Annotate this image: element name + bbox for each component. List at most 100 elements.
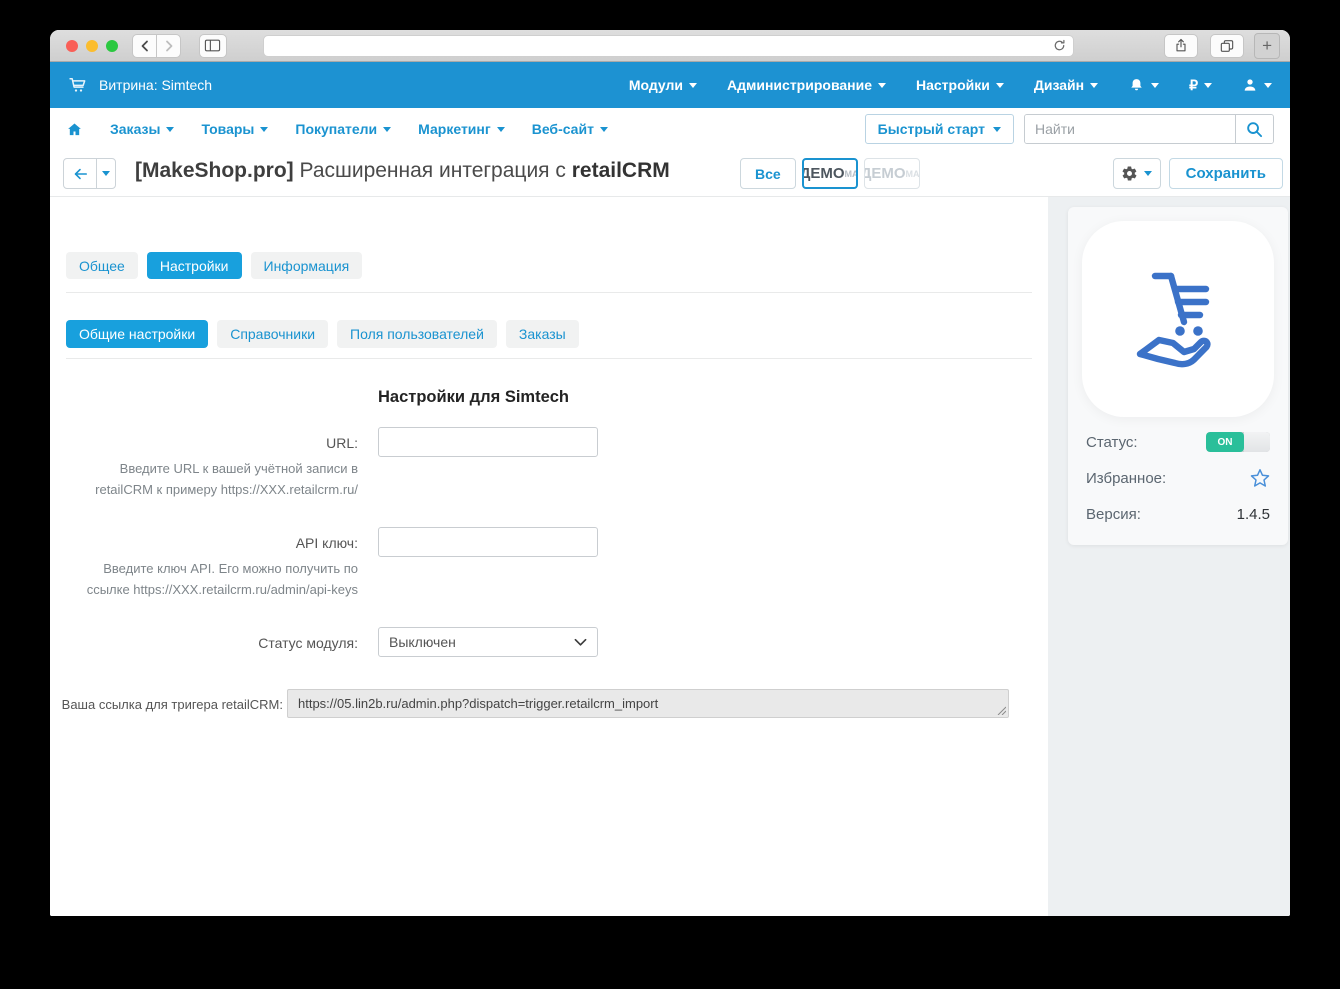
minimize-window-button[interactable] [86, 40, 98, 52]
storefront-demo-button-active[interactable]: ДЕМОМА [802, 158, 858, 189]
search-button[interactable] [1235, 115, 1273, 143]
url-hint-line2: retailCRM к примеру https://XXX.retailcr… [50, 480, 358, 501]
new-tab-button[interactable]: + [1254, 33, 1280, 59]
api-key-input[interactable] [378, 527, 598, 557]
currency-menu[interactable]: ₽ [1189, 77, 1212, 94]
module-status-value: Выключен [389, 634, 456, 650]
back-page-button[interactable] [64, 159, 96, 188]
user-icon [1242, 77, 1258, 93]
sidebar-icon [204, 38, 221, 53]
trigger-link-textarea[interactable]: https://05.lin2b.ru/admin.php?dispatch=t… [287, 689, 1009, 718]
nav-orders[interactable]: Заказы [110, 121, 174, 137]
header-actions: Сохранить [1113, 158, 1283, 189]
caret-down-icon [1151, 83, 1159, 88]
quick-start-button[interactable]: Быстрый старт [865, 114, 1014, 144]
home-button[interactable] [66, 121, 83, 138]
ruble-icon: ₽ [1189, 77, 1198, 94]
tab-user-fields[interactable]: Поля пользователей [337, 320, 497, 348]
browser-window: + Витрина: Simtech Модули Администрирова… [50, 30, 1290, 916]
sidebar-toggle-button[interactable] [199, 34, 227, 58]
star-icon[interactable] [1250, 468, 1270, 488]
admin-topbar: Витрина: Simtech Модули Администрировани… [50, 62, 1290, 108]
storefront-buttons: Все ДЕМОМА ДЕМОМА [740, 158, 920, 189]
form-heading-store: Simtech [505, 388, 569, 406]
tab-orders[interactable]: Заказы [506, 320, 579, 348]
sidebar: Статус: ON Избранное: Версия: 1.4.5 [1048, 197, 1290, 916]
page-content: Общее Настройки Информация Общие настрой… [50, 197, 1290, 916]
demo-label: ДЕМО [802, 165, 845, 182]
caret-down-icon [878, 83, 886, 88]
url-label: URL: [50, 435, 358, 451]
back-menu-button[interactable] [96, 159, 115, 188]
menu-design-label: Дизайн [1034, 77, 1084, 93]
close-window-button[interactable] [66, 40, 78, 52]
favorite-label: Избранное: [1086, 470, 1166, 487]
save-button[interactable]: Сохранить [1169, 158, 1283, 189]
url-input[interactable] [378, 427, 598, 457]
divider [66, 358, 1032, 359]
quick-start-label: Быстрый старт [878, 121, 985, 137]
version-label: Версия: [1086, 506, 1141, 523]
caret-down-icon [1264, 83, 1272, 88]
url-hint: Введите URL к вашей учётной записи в ret… [50, 459, 358, 500]
url-hint-line1: Введите URL к вашей учётной записи в [50, 459, 358, 480]
caret-down-icon [600, 127, 608, 132]
account-menu[interactable] [1242, 77, 1272, 93]
page-title-middle: Расширенная интеграция с [294, 159, 572, 182]
menu-design[interactable]: Дизайн [1034, 77, 1098, 93]
trigger-link-label: Ваша ссылка для тригера retailCRM: [50, 697, 283, 712]
tab-directories[interactable]: Справочники [217, 320, 328, 348]
caret-down-icon [383, 127, 391, 132]
arrow-left-icon [71, 166, 89, 182]
nav-marketing[interactable]: Маркетинг [418, 121, 505, 137]
tab-settings[interactable]: Настройки [147, 252, 242, 279]
cart-icon [68, 75, 88, 95]
tabs-icon [1219, 38, 1235, 54]
settings-gear-button[interactable] [1113, 158, 1161, 189]
menu-administration-label: Администрирование [727, 77, 872, 93]
nav-orders-label: Заказы [110, 121, 160, 137]
reload-icon[interactable] [1053, 39, 1066, 52]
nav-customers[interactable]: Покупатели [295, 121, 391, 137]
caret-down-icon [993, 127, 1001, 132]
module-info-card: Статус: ON Избранное: Версия: 1.4.5 [1068, 207, 1288, 545]
demo-label-sup: МА [845, 169, 858, 179]
nav-website-label: Веб-сайт [532, 121, 594, 137]
storefront-switcher[interactable]: Витрина: Simtech [68, 75, 212, 95]
back-button[interactable] [132, 34, 157, 58]
storefront-label: Витрина: Simtech [99, 77, 212, 93]
caret-down-icon [166, 127, 174, 132]
module-status-select[interactable]: Выключен [378, 627, 598, 657]
nav-website[interactable]: Веб-сайт [532, 121, 608, 137]
search-input[interactable] [1025, 115, 1235, 143]
zoom-window-button[interactable] [106, 40, 118, 52]
menu-administration[interactable]: Администрирование [727, 77, 886, 93]
back-split-button [63, 158, 116, 189]
module-logo-cart-hand-icon [1114, 255, 1242, 383]
version-value: 1.4.5 [1237, 506, 1270, 523]
address-bar[interactable] [263, 35, 1074, 57]
browser-toolbar: + [50, 30, 1290, 62]
bell-icon [1128, 77, 1145, 94]
all-storefronts-button[interactable]: Все [740, 158, 796, 189]
nav-products[interactable]: Товары [201, 121, 268, 137]
tab-overview-button[interactable] [1210, 34, 1244, 58]
page-header: [MakeShop.pro] Расширенная интеграция с … [50, 150, 1290, 197]
tab-information[interactable]: Информация [251, 252, 363, 279]
module-status-row: Статус: ON [1082, 431, 1274, 453]
notifications-menu[interactable] [1128, 77, 1159, 94]
storefront-demo-button[interactable]: ДЕМОМА [864, 158, 920, 189]
menu-modules-label: Модули [629, 77, 683, 93]
form-heading-prefix: Настройки для [378, 388, 505, 406]
menu-settings-label: Настройки [916, 77, 990, 93]
module-favorite-row: Избранное: [1082, 467, 1274, 489]
divider [66, 292, 1032, 293]
tab-general[interactable]: Общее [66, 252, 138, 279]
api-hint-line1: Введите ключ API. Его можно получить по [50, 559, 358, 580]
module-status-toggle[interactable]: ON [1206, 432, 1270, 452]
forward-button[interactable] [156, 34, 181, 58]
menu-modules[interactable]: Модули [629, 77, 697, 93]
tab-general-settings[interactable]: Общие настройки [66, 320, 208, 348]
share-button[interactable] [1164, 34, 1198, 58]
menu-settings[interactable]: Настройки [916, 77, 1004, 93]
